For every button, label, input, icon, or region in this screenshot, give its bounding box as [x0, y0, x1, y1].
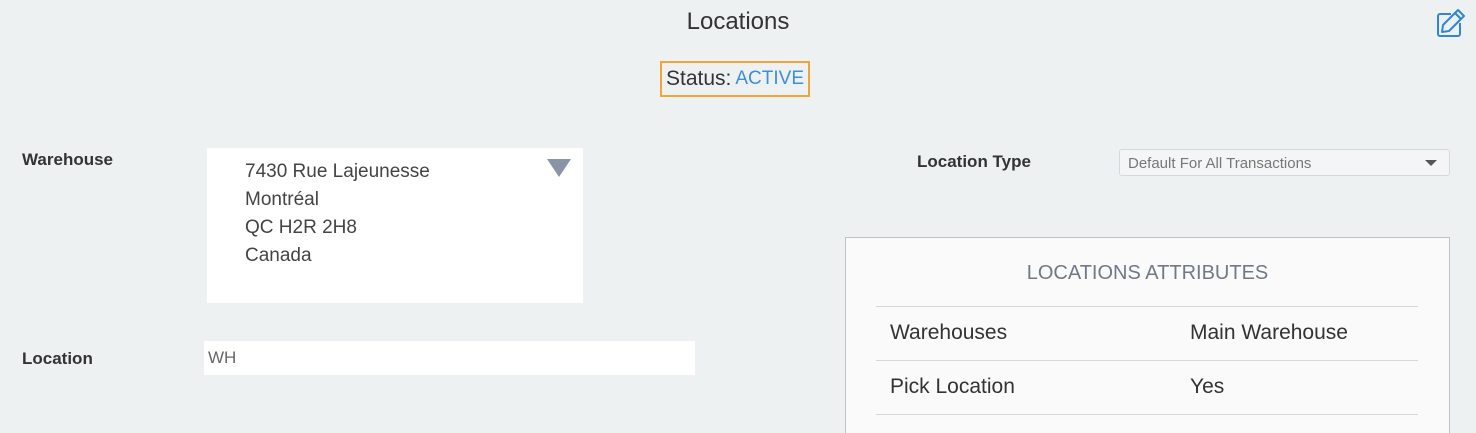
status-label: Status:: [666, 67, 732, 90]
address-line-3: QC H2R 2H8: [245, 217, 357, 238]
location-type-value: Default For All Transactions: [1128, 155, 1312, 172]
location-type-select[interactable]: Default For All Transactions: [1119, 149, 1450, 176]
attribute-name: Pick Location: [890, 375, 1015, 398]
edit-button[interactable]: [1436, 8, 1466, 38]
triangle-down-icon[interactable]: [547, 159, 571, 177]
attribute-row-pick-location: Pick Location Yes: [876, 361, 1418, 414]
location-type-label: Location Type: [917, 152, 1031, 171]
warehouse-address: 7430 Rue Lajeunesse Montréal QC H2R 2H8 …: [245, 158, 430, 270]
address-line-2: Montréal: [245, 189, 319, 210]
location-input[interactable]: [204, 341, 695, 375]
edit-pencil-icon: [1437, 9, 1465, 37]
status-value: ACTIVE: [735, 68, 804, 89]
status-badge: Status: ACTIVE: [660, 61, 810, 97]
warehouse-select[interactable]: 7430 Rue Lajeunesse Montréal QC H2R 2H8 …: [207, 148, 583, 303]
page-title: Locations: [686, 8, 790, 35]
location-label: Location: [22, 349, 93, 368]
attribute-name: Warehouses: [890, 321, 1008, 344]
attributes-title: LOCATIONS ATTRIBUTES: [1026, 262, 1269, 284]
attribute-value: Main Warehouse: [1190, 321, 1348, 344]
address-line-4: Canada: [245, 245, 312, 266]
warehouse-label: Warehouse: [22, 150, 114, 169]
attribute-value: Yes: [1190, 375, 1225, 398]
locations-attributes-panel: LOCATIONS ATTRIBUTES Warehouses Main War…: [845, 237, 1450, 433]
caret-down-icon: [1425, 160, 1437, 166]
attribute-row-warehouses: Warehouses Main Warehouse: [876, 307, 1418, 360]
locations-page: Locations Status: ACTIVE Warehouse 7430 …: [0, 0, 1476, 433]
address-line-1: 7430 Rue Lajeunesse: [245, 161, 430, 182]
divider: [876, 414, 1418, 415]
